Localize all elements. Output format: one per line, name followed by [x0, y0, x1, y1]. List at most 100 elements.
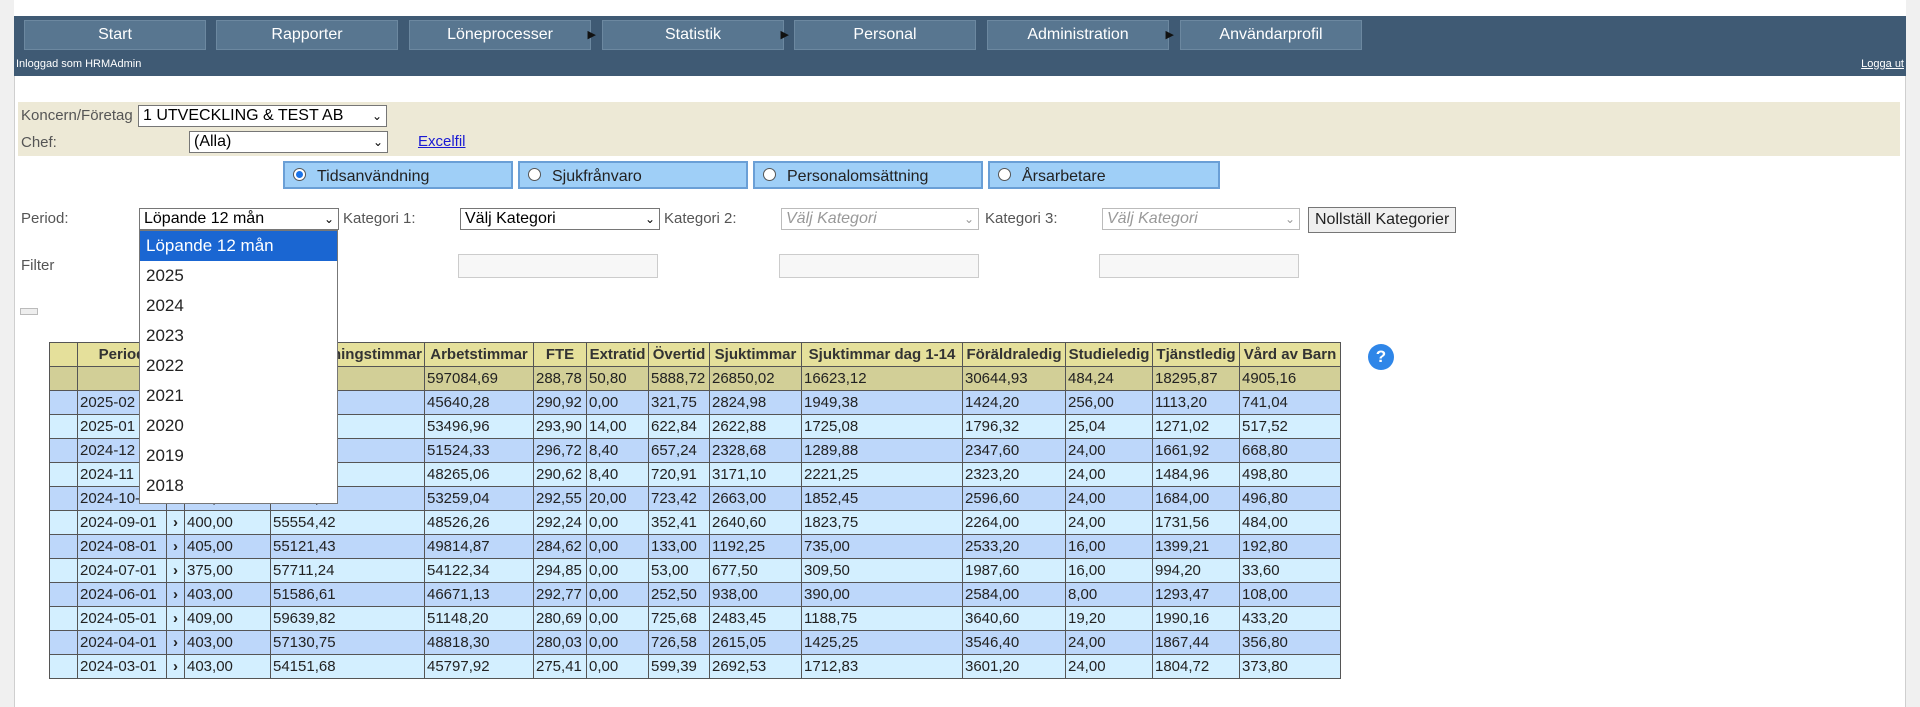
table-row[interactable]: 2024-09-01 › 400,00 55554,42 48526,26 292,24 0…	[49, 510, 1341, 535]
period-option[interactable]: 2019	[140, 441, 337, 471]
table-cell: 3171,10	[709, 462, 802, 487]
table-cell: 0,00	[586, 558, 649, 583]
koncern-select[interactable]: 1 UTVECKLING & TEST AB ⌄	[138, 105, 387, 127]
table-cell: 5888,72	[648, 366, 710, 391]
row-select-cell[interactable]	[49, 558, 78, 583]
filter-input-1[interactable]	[458, 254, 658, 278]
header-extratid[interactable]: Extratid	[586, 342, 649, 367]
table-cell: 1188,75	[801, 606, 963, 631]
table-row[interactable]: 2024-07-01 › 375,00 57711,24 54122,34 294,85 0…	[49, 558, 1341, 583]
filter-input-2[interactable]	[779, 254, 979, 278]
header-overtid[interactable]: Övertid	[648, 342, 710, 367]
row-select-cell[interactable]	[49, 390, 78, 415]
table-cell: 3601,20	[962, 654, 1066, 679]
kategori3-select[interactable]: Välj Kategori ⌄	[1102, 208, 1300, 230]
table-cell: 1949,38	[801, 390, 963, 415]
table-cell: 8,00	[1065, 582, 1153, 607]
table-cell: 1424,20	[962, 390, 1066, 415]
expand-chevron-icon[interactable]: ›	[166, 510, 185, 535]
header-vard-av-barn[interactable]: Vård av Barn	[1239, 342, 1341, 367]
table-cell: 994,20	[1152, 558, 1240, 583]
header-fte[interactable]: FTE	[533, 342, 587, 367]
chevron-down-icon: ⌄	[1284, 212, 1295, 226]
row-select-cell[interactable]	[49, 414, 78, 439]
expand-chevron-icon[interactable]: ›	[166, 630, 185, 655]
table-row[interactable]: 2024-08-01 › 405,00 55121,43 49814,87 284,62 0…	[49, 534, 1341, 559]
row-select-cell[interactable]	[49, 630, 78, 655]
menu-item-personal[interactable]: Personal	[794, 20, 976, 50]
reset-categories-button[interactable]: Nollställ Kategorier	[1308, 207, 1456, 233]
period-option[interactable]: 2020	[140, 411, 337, 441]
table-cell: 0,00	[586, 654, 649, 679]
row-select-cell[interactable]	[49, 366, 78, 391]
header-sjuktimmar[interactable]: Sjuktimmar	[709, 342, 802, 367]
radio-sjukfranvaro[interactable]: Sjukfrånvaro	[518, 161, 748, 189]
period-option[interactable]: 2025	[140, 261, 337, 291]
table-cell: 296,72	[533, 438, 587, 463]
menu-item-anvandarprofil[interactable]: Användarprofil	[1180, 20, 1362, 50]
row-select-cell[interactable]	[49, 462, 78, 487]
submenu-arrow-icon: ▶	[1165, 29, 1174, 41]
table-row[interactable]: 2024-05-01 › 409,00 59639,82 51148,20 280,69 0…	[49, 606, 1341, 631]
table-cell: 2596,60	[962, 486, 1066, 511]
menu-item-statistik[interactable]: Statistik ▶	[602, 20, 789, 50]
radio-tidsanvandning[interactable]: Tidsanvändning	[283, 161, 513, 189]
table-cell: 321,75	[648, 390, 710, 415]
expand-chevron-icon[interactable]: ›	[166, 606, 185, 631]
period-option[interactable]: Löpande 12 mån	[140, 231, 337, 261]
table-cell: 720,91	[648, 462, 710, 487]
table-cell: 0,00	[586, 630, 649, 655]
table-cell: 496,80	[1239, 486, 1341, 511]
row-select-cell[interactable]	[49, 486, 78, 511]
table-cell: 405,00	[184, 534, 271, 559]
table-cell: 16,00	[1065, 558, 1153, 583]
table-cell: 409,00	[184, 606, 271, 631]
chef-value: (Alla)	[194, 133, 232, 150]
table-cell: 252,50	[648, 582, 710, 607]
row-select-cell[interactable]	[49, 534, 78, 559]
help-icon[interactable]: ?	[1368, 344, 1394, 370]
menu-item-start[interactable]: Start	[24, 20, 206, 50]
menu-item-rapporter[interactable]: Rapporter	[216, 20, 398, 50]
header-sjuktimmar-dag[interactable]: Sjuktimmar dag 1-14	[801, 342, 963, 367]
row-select-cell[interactable]	[49, 438, 78, 463]
kategori2-select[interactable]: Välj Kategori ⌄	[781, 208, 979, 230]
radio-icon	[528, 168, 541, 181]
table-row[interactable]: 2024-04-01 › 403,00 57130,75 48818,30 280,03 0…	[49, 630, 1341, 655]
row-select-cell[interactable]	[49, 606, 78, 631]
expand-chevron-icon[interactable]: ›	[166, 582, 185, 607]
expand-chevron-icon[interactable]: ›	[166, 558, 185, 583]
collapse-button[interactable]	[20, 308, 38, 315]
period-option[interactable]: 2021	[140, 381, 337, 411]
expand-chevron-icon[interactable]: ›	[166, 654, 185, 679]
row-select-cell[interactable]	[49, 510, 78, 535]
table-cell: 0,00	[586, 534, 649, 559]
kategori1-select[interactable]: Välj Kategori ⌄	[460, 208, 660, 230]
header-tjanstledig[interactable]: Tjänstledig	[1152, 342, 1240, 367]
header-foraldraledig[interactable]: Föräldraledig	[962, 342, 1066, 367]
period-option[interactable]: 2022	[140, 351, 337, 381]
table-row[interactable]: 2024-03-01 › 403,00 54151,68 45797,92 275,41 0…	[49, 654, 1341, 679]
period-option[interactable]: 2024	[140, 291, 337, 321]
row-select-cell[interactable]	[49, 582, 78, 607]
table-cell: 1725,08	[801, 414, 963, 439]
header-studieledig[interactable]: Studieledig	[1065, 342, 1153, 367]
menu-item-loneprocesser[interactable]: Löneprocesser ▶	[409, 20, 596, 50]
logout-link[interactable]: Logga ut	[1861, 58, 1904, 70]
filter-input-3[interactable]	[1099, 254, 1299, 278]
radio-personalomsattning[interactable]: Personalomsättning	[753, 161, 983, 189]
table-cell: 373,80	[1239, 654, 1341, 679]
radio-arsarbetare[interactable]: Årsarbetare	[988, 161, 1220, 189]
table-cell: 2347,60	[962, 438, 1066, 463]
table-cell: 2533,20	[962, 534, 1066, 559]
period-option[interactable]: 2018	[140, 471, 337, 501]
menu-item-administration[interactable]: Administration ▶	[987, 20, 1174, 50]
expand-chevron-icon[interactable]: ›	[166, 534, 185, 559]
period-option[interactable]: 2023	[140, 321, 337, 351]
row-select-cell[interactable]	[49, 654, 78, 679]
table-row[interactable]: 2024-06-01 › 403,00 51586,61 46671,13 292,77 0…	[49, 582, 1341, 607]
excel-link[interactable]: Excelfil	[418, 133, 466, 150]
chef-select[interactable]: (Alla) ⌄	[189, 131, 388, 153]
header-arbetstimmar[interactable]: Arbetstimmar	[424, 342, 534, 367]
period-select[interactable]: Löpande 12 mån ⌄	[139, 208, 339, 230]
